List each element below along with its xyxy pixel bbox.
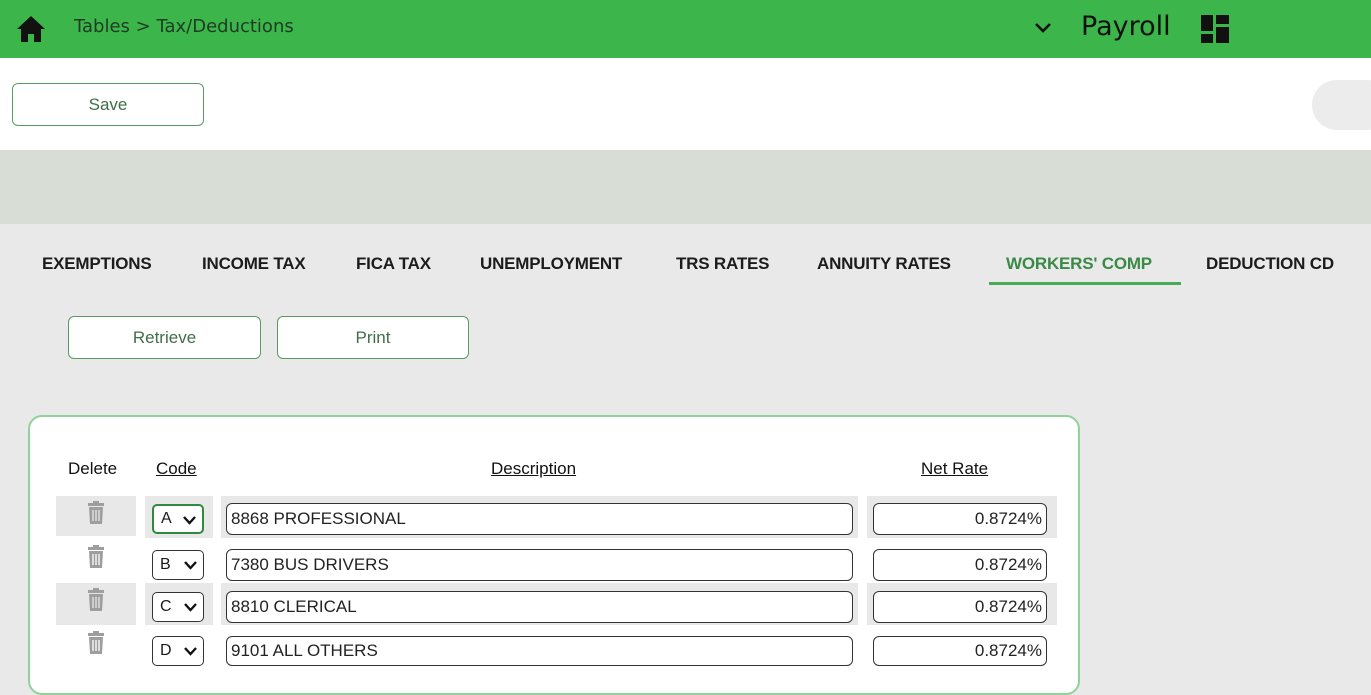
chevron-down-icon	[183, 516, 196, 525]
search-box[interactable]	[1312, 80, 1371, 130]
tab-fica-tax[interactable]: FICA TAX	[356, 254, 431, 274]
net-rate-input[interactable]: 0.8724%	[873, 503, 1047, 535]
column-header-code[interactable]: Code	[156, 459, 197, 479]
column-header-delete: Delete	[68, 459, 118, 478]
active-tab-indicator	[989, 282, 1181, 285]
tab-bar: EXEMPTIONS INCOME TAX FICA TAX UNEMPLOYM…	[0, 244, 1371, 288]
print-button[interactable]: Print	[277, 316, 469, 359]
table-row: A 8868 PROFESSIONAL 0.8724%	[0, 496, 1371, 538]
net-rate-input[interactable]: 0.8724%	[873, 591, 1047, 623]
code-value: B	[160, 556, 171, 573]
table-row: C 8810 CLERICAL 0.8724%	[0, 583, 1371, 625]
column-header-description[interactable]: Description	[491, 459, 576, 479]
tab-income-tax[interactable]: INCOME TAX	[202, 254, 306, 274]
tab-annuity-rates[interactable]: ANNUITY RATES	[817, 254, 951, 274]
tab-workers-comp[interactable]: WORKERS' COMP	[1006, 254, 1152, 274]
breadcrumb[interactable]: Tables > Tax/Deductions	[74, 16, 294, 37]
chevron-down-icon[interactable]	[1034, 21, 1052, 35]
chevron-down-icon	[184, 647, 197, 656]
top-bar: Tables > Tax/Deductions Payroll	[0, 0, 1371, 58]
save-button[interactable]: Save	[12, 83, 204, 126]
code-value: C	[160, 598, 172, 615]
home-icon[interactable]	[16, 15, 46, 43]
toolbar: Save	[0, 58, 1371, 150]
trash-icon[interactable]	[85, 631, 107, 655]
retrieve-button[interactable]: Retrieve	[68, 316, 261, 359]
net-rate-input[interactable]: 0.8724%	[873, 636, 1047, 666]
tab-unemployment[interactable]: UNEMPLOYMENT	[480, 254, 622, 274]
trash-icon[interactable]	[85, 545, 107, 569]
app-grid-icon[interactable]	[1200, 14, 1230, 44]
description-input[interactable]: 9101 ALL OTHERS	[226, 636, 853, 666]
app-name[interactable]: Payroll	[1081, 11, 1171, 42]
net-rate-input[interactable]: 0.8724%	[873, 549, 1047, 581]
chevron-down-icon	[184, 561, 197, 570]
tab-exemptions[interactable]: EXEMPTIONS	[42, 254, 152, 274]
code-value: D	[160, 642, 172, 659]
trash-icon[interactable]	[85, 501, 107, 525]
tab-trs-rates[interactable]: TRS RATES	[676, 254, 769, 274]
code-select[interactable]: B	[152, 550, 204, 580]
chevron-down-icon	[184, 603, 197, 612]
code-select[interactable]: D	[152, 636, 204, 666]
table-row: D 9101 ALL OTHERS 0.8724%	[0, 627, 1371, 669]
description-input[interactable]: 8868 PROFESSIONAL	[226, 503, 853, 535]
info-band	[0, 150, 1371, 224]
code-select[interactable]: C	[152, 592, 204, 622]
table-row: B 7380 BUS DRIVERS 0.8724%	[0, 541, 1371, 583]
description-input[interactable]: 7380 BUS DRIVERS	[226, 549, 853, 581]
trash-icon[interactable]	[85, 588, 107, 612]
description-input[interactable]: 8810 CLERICAL	[226, 591, 853, 623]
tab-deduction-cd[interactable]: DEDUCTION CD	[1206, 254, 1334, 274]
code-select[interactable]: A	[152, 504, 204, 534]
code-value: A	[161, 510, 172, 527]
column-header-net-rate[interactable]: Net Rate	[921, 459, 988, 479]
